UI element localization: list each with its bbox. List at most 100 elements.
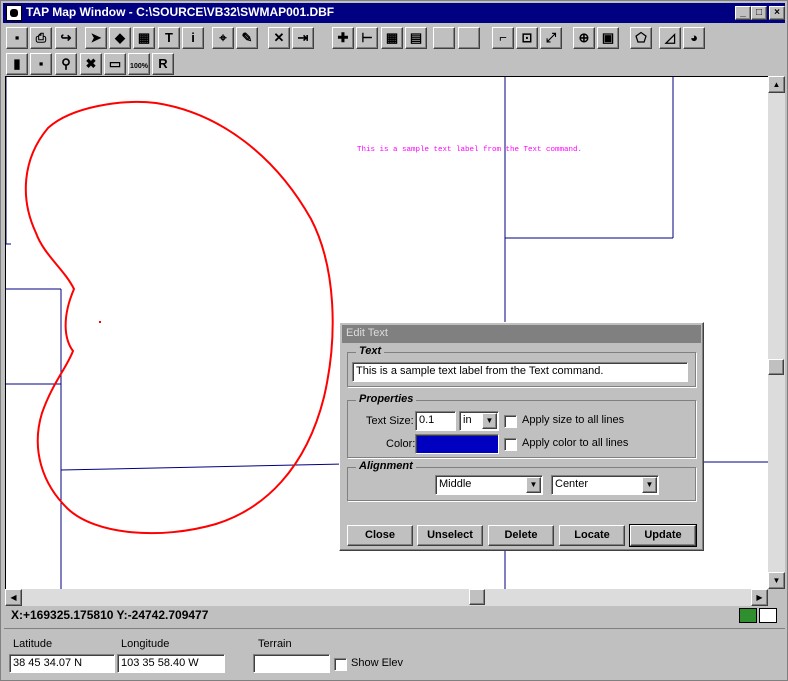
apply-color-checkbox[interactable] — [504, 438, 517, 451]
text-tool-icon: T — [165, 30, 173, 45]
secondary-toolbar: ▮ ▪ ⚲ ✖ ▭ 100% R — [3, 52, 785, 77]
pointer-button[interactable]: ➤ — [85, 27, 107, 49]
longitude-label: Longitude — [121, 638, 170, 650]
monitor-icon: ▭ — [108, 56, 122, 71]
redo-arrow-button[interactable]: ↪ — [55, 27, 77, 49]
apply-size-label[interactable]: Apply size to all lines — [522, 414, 624, 426]
chevron-down-icon[interactable]: ▼ — [482, 413, 497, 429]
add-point-button[interactable]: ✚ — [332, 27, 354, 49]
red-x-button[interactable]: ✖ — [80, 53, 102, 75]
chevron-down-icon[interactable]: ▼ — [642, 477, 657, 493]
zoom-100-button[interactable]: 100% — [128, 53, 150, 75]
color-swatch[interactable] — [415, 434, 499, 454]
pie-chart-button[interactable]: ◕ — [683, 27, 705, 49]
update-button[interactable]: Update — [629, 524, 697, 547]
boundary-line — [60, 463, 345, 471]
resize-button[interactable]: ⤢ — [540, 27, 562, 49]
cursor-coordinates: X:+169325.175810 Y:-24742.709477 — [11, 608, 209, 622]
longitude-field[interactable]: 103 35 58.40 W — [117, 654, 225, 673]
grid-button[interactable]: ▦ — [381, 27, 403, 49]
vertical-align-value: Middle — [439, 478, 472, 490]
apply-color-label[interactable]: Apply color to all lines — [522, 437, 628, 449]
green-map-button[interactable]: ▮ — [6, 53, 28, 75]
dialog-title[interactable]: Edit Text — [342, 325, 701, 343]
zoom-window-button[interactable]: ⊡ — [516, 27, 538, 49]
shapes-icon: ◆ — [115, 30, 125, 45]
zoom-100-icon: 100% — [130, 63, 148, 70]
pan-crosshair-button[interactable]: ⊕ — [573, 27, 595, 49]
horizontal-scroll-thumb[interactable] — [469, 589, 485, 605]
save-button[interactable]: ▪ — [6, 27, 28, 49]
magnifier-icon: ⚲ — [61, 56, 71, 71]
delete-button[interactable]: Delete — [488, 525, 554, 546]
calculator-button[interactable]: ▦ — [133, 27, 155, 49]
main-toolbar: ▪ ⎙ ↪ ➤ ◆ ▦ Ti ⌖ ✎ ✕ ⇥ ✚ ⊢ ▦ ▤ ⌐ ⊡ ⤢ ⊕ ▣ ⬠ ◿ ◕ — [3, 26, 785, 51]
text-tool-button[interactable]: T — [158, 27, 180, 49]
layers-button[interactable]: ▣ — [597, 27, 619, 49]
latitude-field[interactable]: 38 45 34.07 N — [9, 654, 115, 673]
maximize-button[interactable]: □ — [751, 6, 767, 20]
info-button[interactable]: i — [182, 27, 204, 49]
chevron-down-icon[interactable]: ▼ — [526, 477, 541, 493]
print-button[interactable]: ⎙ — [30, 27, 52, 49]
scroll-right-button[interactable]: ▶ — [751, 589, 768, 606]
window-title: TAP Map Window - C:\SOURCE\VB32\SWMAP001… — [26, 5, 335, 19]
terrain-field[interactable] — [253, 654, 330, 673]
zoom-window-icon: ⊡ — [521, 30, 533, 45]
map-text-label[interactable]: This is a sample text label from the Tex… — [357, 146, 582, 154]
notepad-button[interactable]: ▤ — [405, 27, 427, 49]
color-label: Color: — [386, 438, 416, 450]
unit-select[interactable]: in ▼ — [459, 411, 499, 431]
text-group: Text This is a sample text label from th… — [347, 345, 696, 387]
properties-group: Properties Text Size: 0.1 in ▼ Apply siz… — [347, 393, 696, 458]
crop-button[interactable]: ⌐ — [492, 27, 514, 49]
title-bar[interactable]: TAP Map Window - C:\SOURCE\VB32\SWMAP001… — [3, 3, 785, 23]
horizontal-scrollbar[interactable]: ◀ ▶ — [5, 589, 768, 606]
unselect-button[interactable]: Unselect — [417, 525, 483, 546]
minimize-button[interactable]: _ — [735, 6, 751, 20]
scroll-down-button[interactable]: ▼ — [768, 572, 785, 589]
coverage-contour — [24, 101, 334, 535]
magnifier-button[interactable]: ⚲ — [55, 53, 77, 75]
exit-door-button[interactable]: ⇥ — [292, 27, 314, 49]
vertical-scroll-thumb[interactable] — [768, 359, 784, 375]
close-button[interactable]: × — [769, 6, 785, 20]
vertical-align-select[interactable]: Middle ▼ — [435, 475, 543, 495]
area-chart-icon: ◿ — [665, 30, 675, 45]
scroll-up-button[interactable]: ▲ — [768, 76, 785, 93]
text-input[interactable]: This is a sample text label from the Tex… — [352, 362, 688, 382]
locate-button[interactable]: Locate — [559, 525, 625, 546]
notepad-icon: ▤ — [409, 30, 423, 45]
ruler-button[interactable]: ⊢ — [356, 27, 378, 49]
polygon-button[interactable]: ⬠ — [630, 27, 652, 49]
text-group-title: Text — [356, 345, 385, 357]
print-preview-icon[interactable] — [759, 608, 777, 623]
area-chart-button[interactable]: ◿ — [659, 27, 681, 49]
blank-button-2[interactable] — [458, 27, 480, 49]
app-icon[interactable] — [6, 5, 22, 21]
scroll-left-button[interactable]: ◀ — [5, 589, 22, 606]
polygon-icon: ⬠ — [635, 30, 647, 45]
shapes-button[interactable]: ◆ — [109, 27, 131, 49]
text-size-label: Text Size: — [366, 415, 414, 427]
latitude-label: Latitude — [13, 638, 53, 650]
monitor-button[interactable]: ▭ — [104, 53, 126, 75]
map-view-icon[interactable] — [739, 608, 757, 623]
alignment-group: Alignment Middle ▼ Center ▼ — [347, 460, 696, 501]
resize-icon: ⤢ — [545, 30, 557, 45]
blank-button-1[interactable] — [433, 27, 455, 49]
text-size-input[interactable]: 0.1 — [415, 411, 456, 431]
show-elev-label[interactable]: Show Elev — [351, 657, 403, 669]
yellow-r-button[interactable]: R — [152, 53, 174, 75]
delete-x-icon: ✕ — [273, 30, 285, 45]
vertical-scrollbar[interactable]: ▲ ▼ — [768, 76, 785, 589]
apply-size-checkbox[interactable] — [504, 415, 517, 428]
show-elev-checkbox[interactable] — [334, 658, 347, 671]
node-tool-button[interactable]: ⌖ — [212, 27, 234, 49]
close-dialog-button[interactable]: Close — [347, 525, 413, 546]
delete-x-button[interactable]: ✕ — [268, 27, 290, 49]
green-small-button[interactable]: ▪ — [30, 53, 52, 75]
location-panel: Latitude 38 45 34.07 N Longitude 103 35 … — [4, 628, 785, 678]
wrench-button[interactable]: ✎ — [236, 27, 258, 49]
horizontal-align-select[interactable]: Center ▼ — [551, 475, 659, 495]
